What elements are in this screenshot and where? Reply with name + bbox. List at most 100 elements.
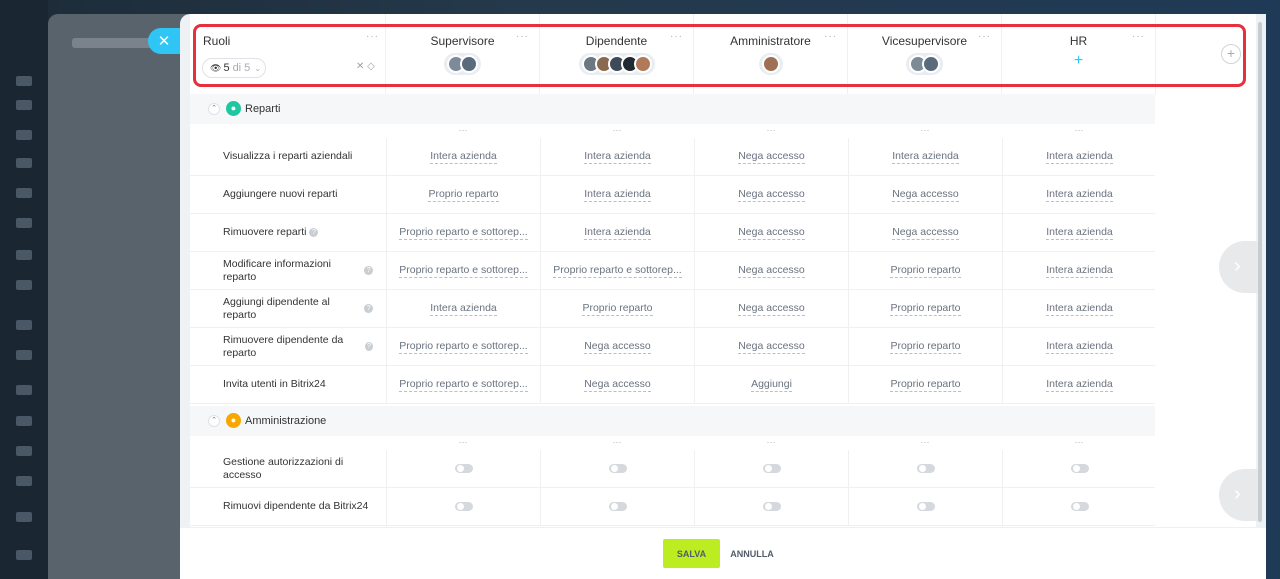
permission-value-select[interactable]: Proprio reparto e sottorep...: [386, 328, 540, 365]
permission-value-select[interactable]: Proprio reparto e sottorep...: [386, 366, 540, 403]
permission-toggle-cell: [694, 488, 848, 525]
permission-value-select[interactable]: Nega accesso: [694, 176, 848, 213]
permission-toggle[interactable]: [916, 502, 935, 511]
permission-value-select[interactable]: Intera azienda: [1002, 252, 1156, 289]
permission-toggle[interactable]: [1070, 464, 1089, 473]
permission-value-select[interactable]: Intera azienda: [540, 138, 694, 175]
permission-value-select[interactable]: Nega accesso: [540, 328, 694, 365]
permission-value-select[interactable]: Nega accesso: [694, 290, 848, 327]
role-members[interactable]: [848, 53, 1001, 75]
permission-value-select[interactable]: Proprio reparto e sottorep...: [540, 252, 694, 289]
permission-value-select[interactable]: Nega accesso: [540, 366, 694, 403]
permissions-slider: Ruoli ··· 👁 5 di 5 ⌄ ✕ ◇ Supervisore ··· D…: [180, 14, 1266, 579]
role-members[interactable]: [694, 53, 847, 75]
add-role-button[interactable]: +: [1221, 44, 1241, 64]
column-menu-icon[interactable]: ···: [694, 125, 848, 135]
permission-value-select[interactable]: Intera azienda: [848, 138, 1002, 175]
role-menu-icon[interactable]: ···: [978, 31, 991, 42]
permission-toggle[interactable]: [762, 464, 781, 473]
role-menu-icon[interactable]: ···: [516, 31, 529, 42]
permission-value-select[interactable]: Intera azienda: [1002, 290, 1156, 327]
permission-value: Intera azienda: [1046, 225, 1113, 240]
permission-toggle[interactable]: [608, 464, 627, 473]
role-members[interactable]: +: [1002, 53, 1155, 71]
role-column-header[interactable]: Supervisore ···: [386, 14, 540, 94]
background-nav-icon: [16, 476, 32, 486]
role-members[interactable]: [386, 53, 539, 75]
permission-toggle-cell: [1002, 450, 1156, 487]
cancel-button[interactable]: ANNULLA: [730, 539, 774, 568]
add-member-icon[interactable]: +: [1070, 53, 1088, 71]
role-column-header[interactable]: Dipendente ···: [540, 14, 694, 94]
column-menu-icon[interactable]: ···: [1002, 125, 1156, 135]
permission-value-select[interactable]: Intera azienda: [386, 290, 540, 327]
collapse-expand-icon[interactable]: ✕ ◇: [356, 61, 375, 72]
column-menu-icon[interactable]: ···: [848, 437, 1002, 447]
permission-value: Intera azienda: [430, 149, 497, 164]
role-menu-icon[interactable]: ···: [1132, 31, 1145, 42]
help-icon[interactable]: ?: [364, 304, 373, 313]
save-button[interactable]: SALVA: [663, 539, 720, 568]
permission-value-select[interactable]: Proprio reparto e sottorep...: [386, 214, 540, 251]
permission-value-select[interactable]: Proprio reparto: [540, 290, 694, 327]
help-icon[interactable]: ?: [364, 266, 373, 275]
column-menu-icon[interactable]: ···: [540, 437, 694, 447]
roles-visibility-counter[interactable]: 👁 5 di 5 ⌄: [202, 58, 266, 78]
role-members[interactable]: [540, 53, 693, 75]
role-column-header[interactable]: Amministratore ···: [694, 14, 848, 94]
column-menu-icon[interactable]: ···: [694, 437, 848, 447]
permission-value-select[interactable]: Intera azienda: [1002, 138, 1156, 175]
role-column-header[interactable]: Vicesupervisore ···: [848, 14, 1002, 94]
column-menu-icon[interactable]: ···: [386, 437, 540, 447]
permission-toggle[interactable]: [454, 464, 473, 473]
permission-value: Proprio reparto e sottorep...: [399, 263, 528, 278]
column-menu-icon[interactable]: ···: [386, 125, 540, 135]
column-menu-icon[interactable]: ···: [1002, 437, 1156, 447]
permission-value-select[interactable]: Nega accesso: [848, 214, 1002, 251]
permission-toggle[interactable]: [762, 502, 781, 511]
permission-value-select[interactable]: Nega accesso: [694, 328, 848, 365]
permission-value-select[interactable]: Intera azienda: [386, 138, 540, 175]
role-menu-icon[interactable]: ···: [824, 31, 837, 42]
permission-value-select[interactable]: Proprio reparto: [386, 176, 540, 213]
permission-value-select[interactable]: Proprio reparto: [848, 290, 1002, 327]
chevron-up-icon[interactable]: ⌃: [208, 103, 220, 115]
help-icon[interactable]: ?: [365, 342, 373, 351]
roles-menu-icon[interactable]: ···: [366, 31, 379, 42]
counter-total: di 5: [232, 62, 251, 74]
permission-value-select[interactable]: Nega accesso: [694, 214, 848, 251]
users-icon: ●: [226, 101, 241, 116]
permission-value-select[interactable]: Nega accesso: [848, 176, 1002, 213]
permission-value-select[interactable]: Proprio reparto: [848, 328, 1002, 365]
permission-value-select[interactable]: Intera azienda: [1002, 214, 1156, 251]
chevron-up-icon[interactable]: ⌃: [208, 415, 220, 427]
permission-value-select[interactable]: Intera azienda: [540, 214, 694, 251]
background-nav-icon: [16, 188, 32, 198]
permission-value: Nega accesso: [892, 225, 959, 240]
permission-value-select[interactable]: Intera azienda: [1002, 328, 1156, 365]
role-menu-icon[interactable]: ···: [670, 31, 683, 42]
permission-value: Proprio reparto: [890, 301, 961, 316]
permission-value-select[interactable]: Nega accesso: [694, 252, 848, 289]
permission-toggle[interactable]: [1070, 502, 1089, 511]
section-header[interactable]: ⌃ ● Reparti: [190, 94, 1256, 124]
permission-value-select[interactable]: Intera azienda: [1002, 366, 1156, 403]
vertical-scrollbar[interactable]: [1258, 22, 1262, 522]
permission-value-select[interactable]: Proprio reparto: [848, 366, 1002, 403]
permission-value-select[interactable]: Proprio reparto e sottorep...: [386, 252, 540, 289]
permission-value-select[interactable]: Nega accesso: [694, 138, 848, 175]
column-menu-icon[interactable]: ···: [540, 125, 694, 135]
permission-toggle[interactable]: [454, 502, 473, 511]
permission-value-select[interactable]: Proprio reparto: [848, 252, 1002, 289]
permission-value-select[interactable]: Aggiungi: [694, 366, 848, 403]
permission-value-select[interactable]: Intera azienda: [1002, 176, 1156, 213]
role-column-header[interactable]: HR ··· +: [1002, 14, 1156, 94]
permission-toggle[interactable]: [916, 464, 935, 473]
permission-label: Gestione autorizzazioni di accesso: [223, 450, 373, 487]
section-header[interactable]: ⌃ ● Amministrazione: [190, 406, 1256, 436]
permission-value-select[interactable]: Intera azienda: [540, 176, 694, 213]
permission-toggle[interactable]: [608, 502, 627, 511]
close-slider-button[interactable]: ✕: [148, 28, 180, 54]
help-icon[interactable]: ?: [309, 228, 319, 237]
column-menu-icon[interactable]: ···: [848, 125, 1002, 135]
